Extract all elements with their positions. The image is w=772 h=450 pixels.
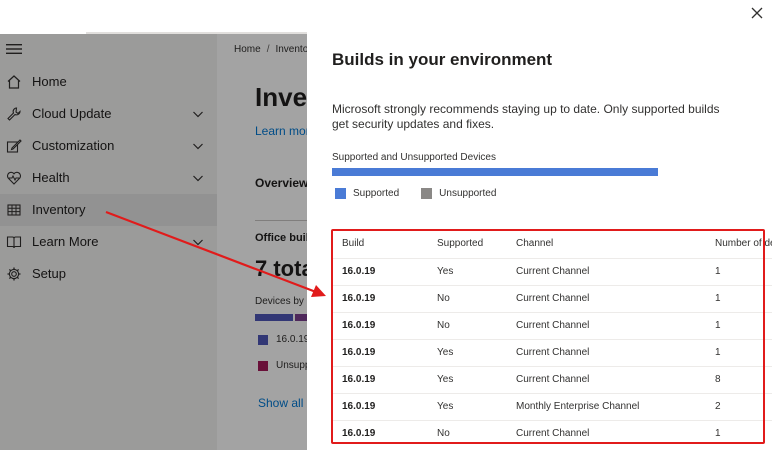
supported-bar-fill bbox=[332, 168, 658, 176]
legend-swatch-unsupported bbox=[421, 188, 433, 199]
legend-label-supported: Supported bbox=[353, 188, 400, 199]
modal-overlay[interactable] bbox=[0, 34, 307, 450]
bar-label: Supported and Unsupported Devices bbox=[332, 152, 496, 163]
top-strip bbox=[0, 0, 307, 34]
legend-swatch-supported bbox=[335, 188, 346, 199]
supported-devices-bar bbox=[332, 168, 658, 176]
bar-legend: Supported Unsupported bbox=[335, 188, 496, 199]
close-icon[interactable] bbox=[750, 6, 764, 20]
panel-description: Microsoft strongly recommends staying up… bbox=[332, 102, 720, 131]
highlight-box-annotation bbox=[331, 229, 765, 444]
panel-title: Builds in your environment bbox=[332, 50, 553, 69]
legend-label-unsupported: Unsupported bbox=[439, 188, 497, 199]
